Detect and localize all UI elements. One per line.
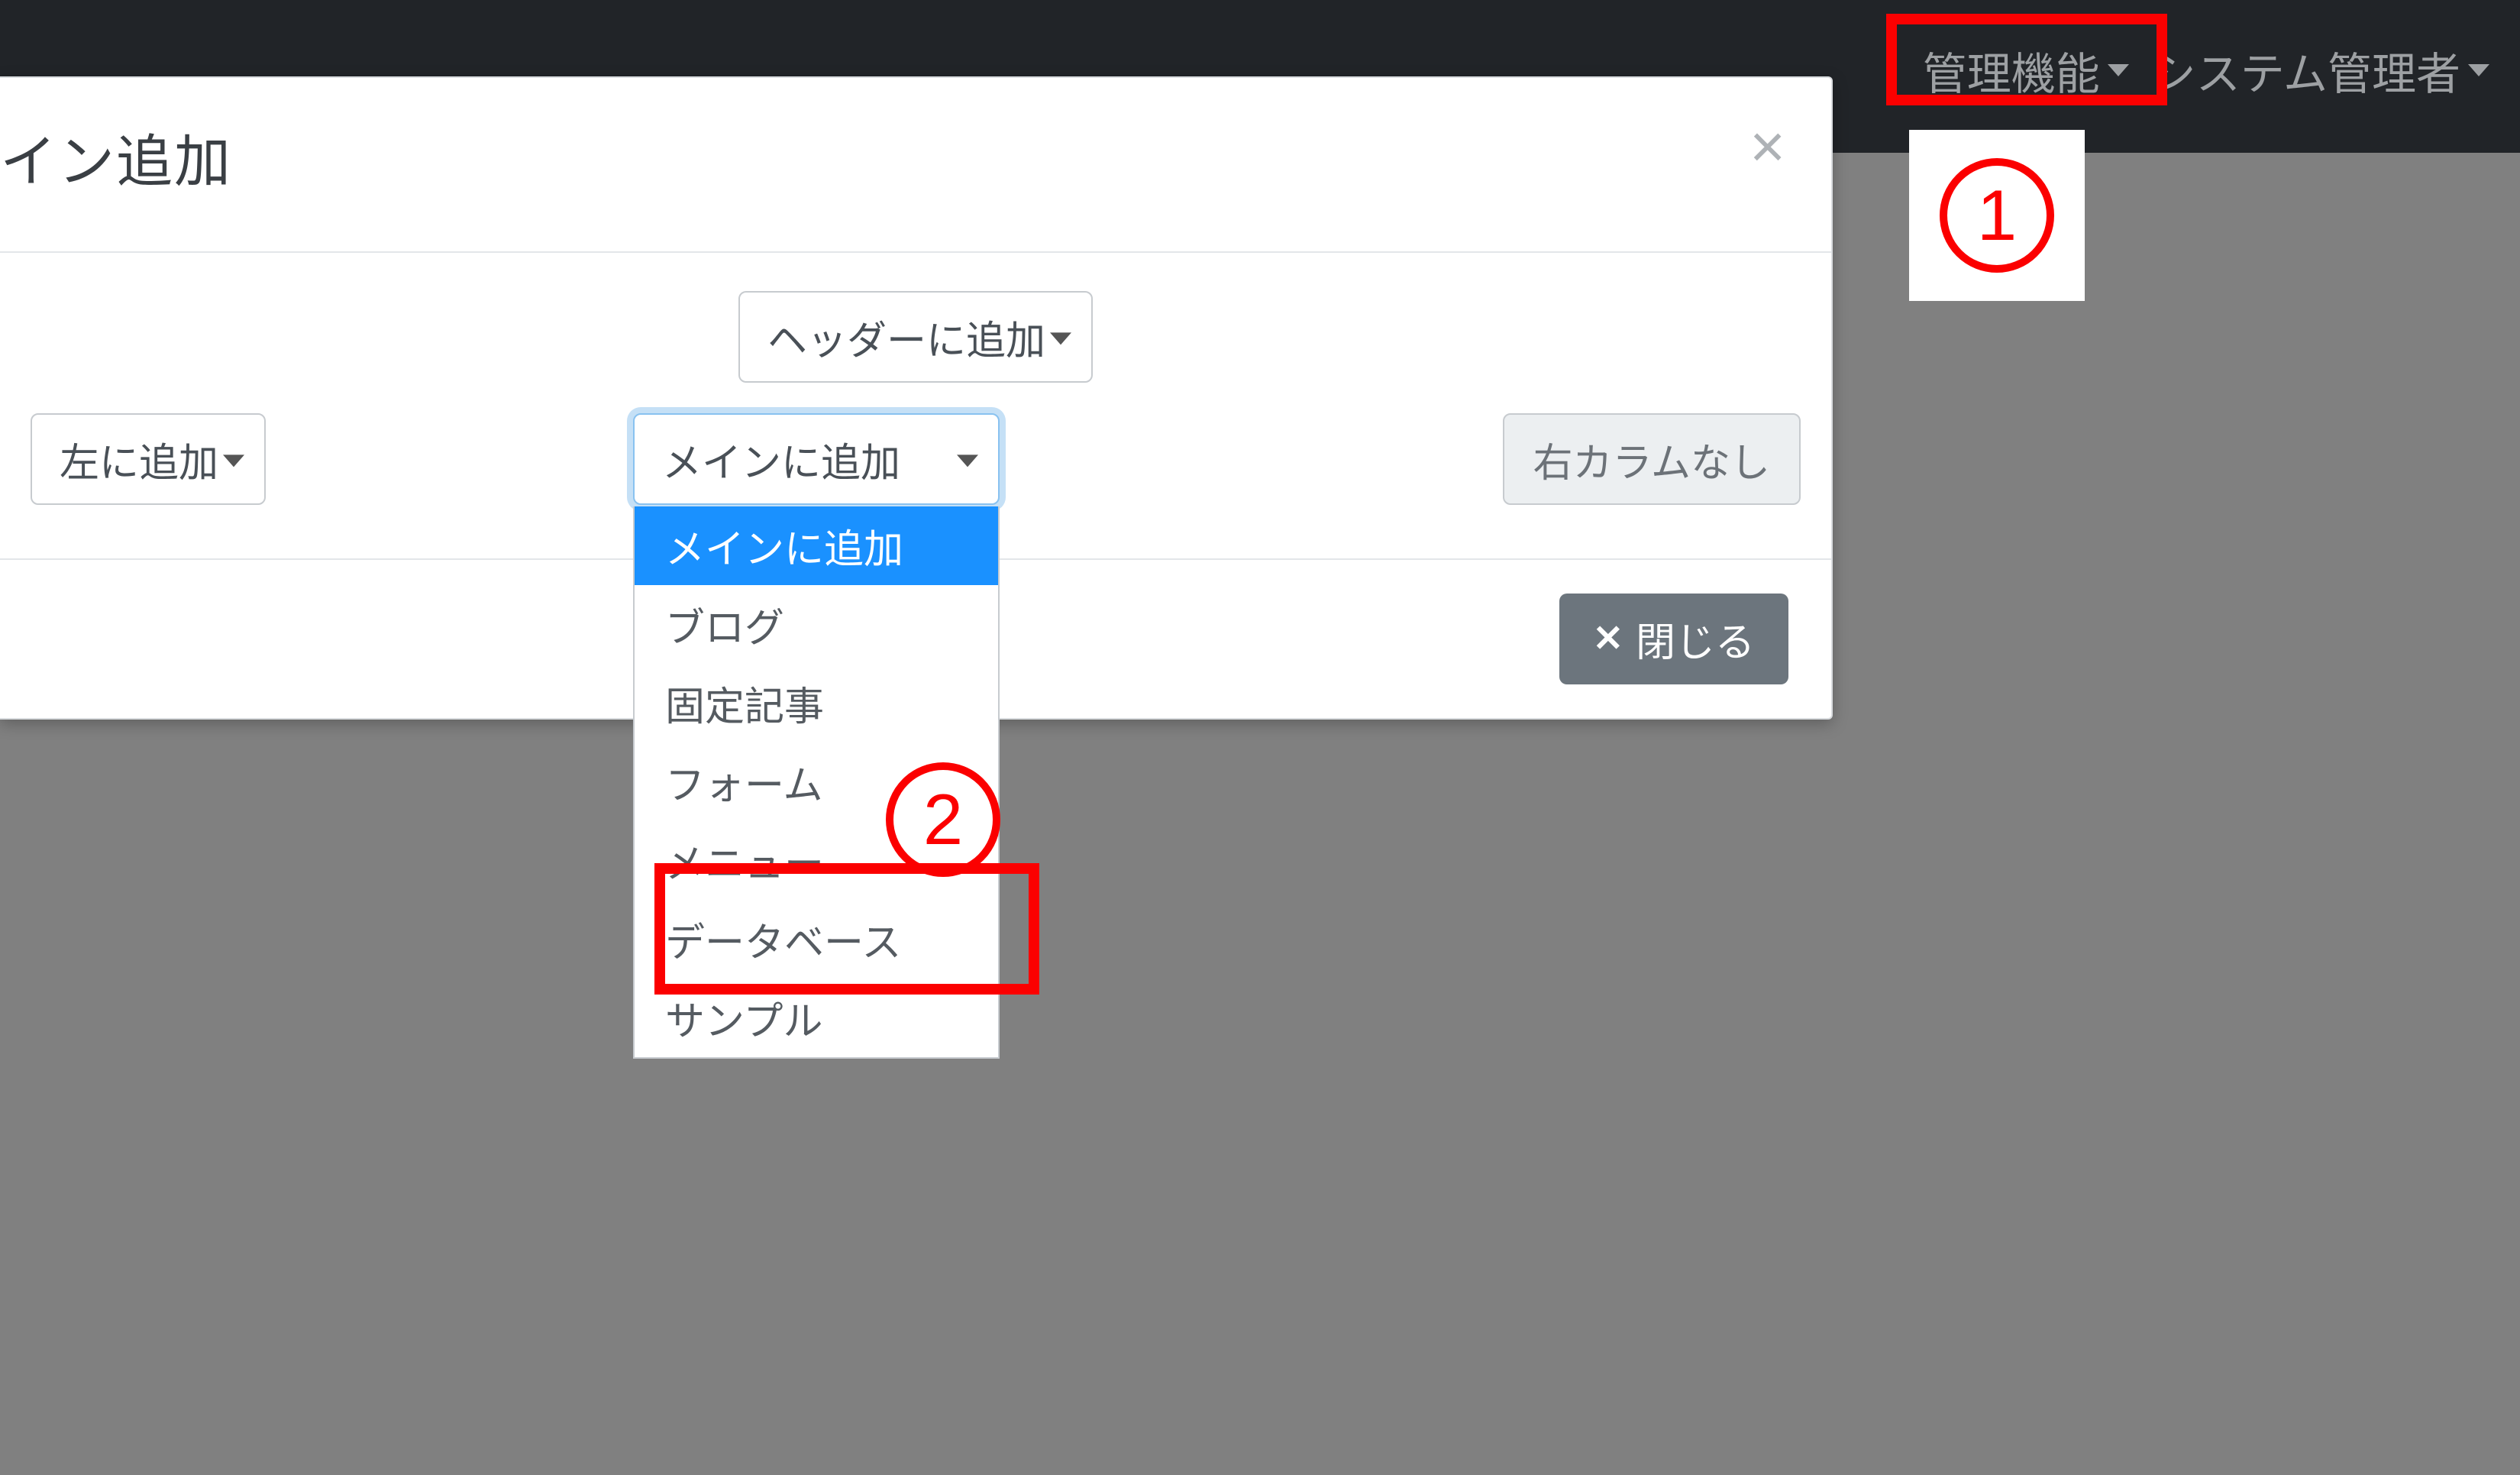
close-icon[interactable]: × [1749, 116, 1785, 177]
right-area-disabled: 右カラムなし [1503, 413, 1801, 505]
main-area-select-label: メインに追加 [662, 431, 900, 488]
annotation-badge-2: 2 [886, 762, 1000, 877]
main-area-select[interactable]: メインに追加 [633, 413, 1000, 505]
dialog-title: イン追加 [0, 116, 232, 198]
close-icon: ✕ [1593, 621, 1623, 658]
chevron-down-icon [957, 454, 978, 467]
row-area-selects: 左に追加 メインに追加 メインに追加 ブログ 固定記事 フォーム メニュー デー… [31, 413, 1801, 505]
chevron-down-icon [2108, 64, 2129, 76]
close-button[interactable]: ✕ 閉じる [1559, 594, 1788, 684]
option-database[interactable]: データベース [635, 900, 998, 978]
chevron-down-icon [2468, 64, 2489, 76]
option-fixed-article[interactable]: 固定記事 [635, 664, 998, 742]
option-blog[interactable]: ブログ [635, 585, 998, 664]
option-sample[interactable]: サンプル [635, 978, 998, 1057]
plugin-add-dialog: イン追加 × ヘッダーに追加 左に追加 メインに追加 [0, 76, 1833, 720]
nav-user-menu[interactable]: システム管理者 [2152, 38, 2489, 102]
dialog-header: イン追加 × [0, 78, 1831, 253]
chevron-down-icon [1050, 332, 1071, 344]
annotation-badge-1: 1 [1940, 158, 2054, 273]
nav-user-menu-label: システム管理者 [2152, 38, 2460, 102]
left-area-select[interactable]: 左に追加 [31, 413, 266, 505]
nav-admin-menu-label: 管理機能 [1923, 38, 2100, 102]
annotation-badge-1-box: 1 [1909, 130, 2085, 301]
nav-admin-menu[interactable]: 管理機能 [1923, 38, 2129, 102]
right-area-disabled-label: 右カラムなし [1533, 431, 1770, 488]
option-main-add[interactable]: メインに追加 [635, 506, 998, 585]
dialog-body: ヘッダーに追加 左に追加 メインに追加 メインに追加 ブログ 固定記 [0, 253, 1831, 560]
row-header-select: ヘッダーに追加 [31, 291, 1801, 383]
header-area-select[interactable]: ヘッダーに追加 [738, 291, 1093, 383]
close-button-label: 閉じる [1636, 610, 1755, 668]
chevron-down-icon [223, 454, 244, 467]
left-area-select-label: 左に追加 [60, 431, 218, 488]
header-area-select-label: ヘッダーに追加 [767, 309, 1045, 366]
